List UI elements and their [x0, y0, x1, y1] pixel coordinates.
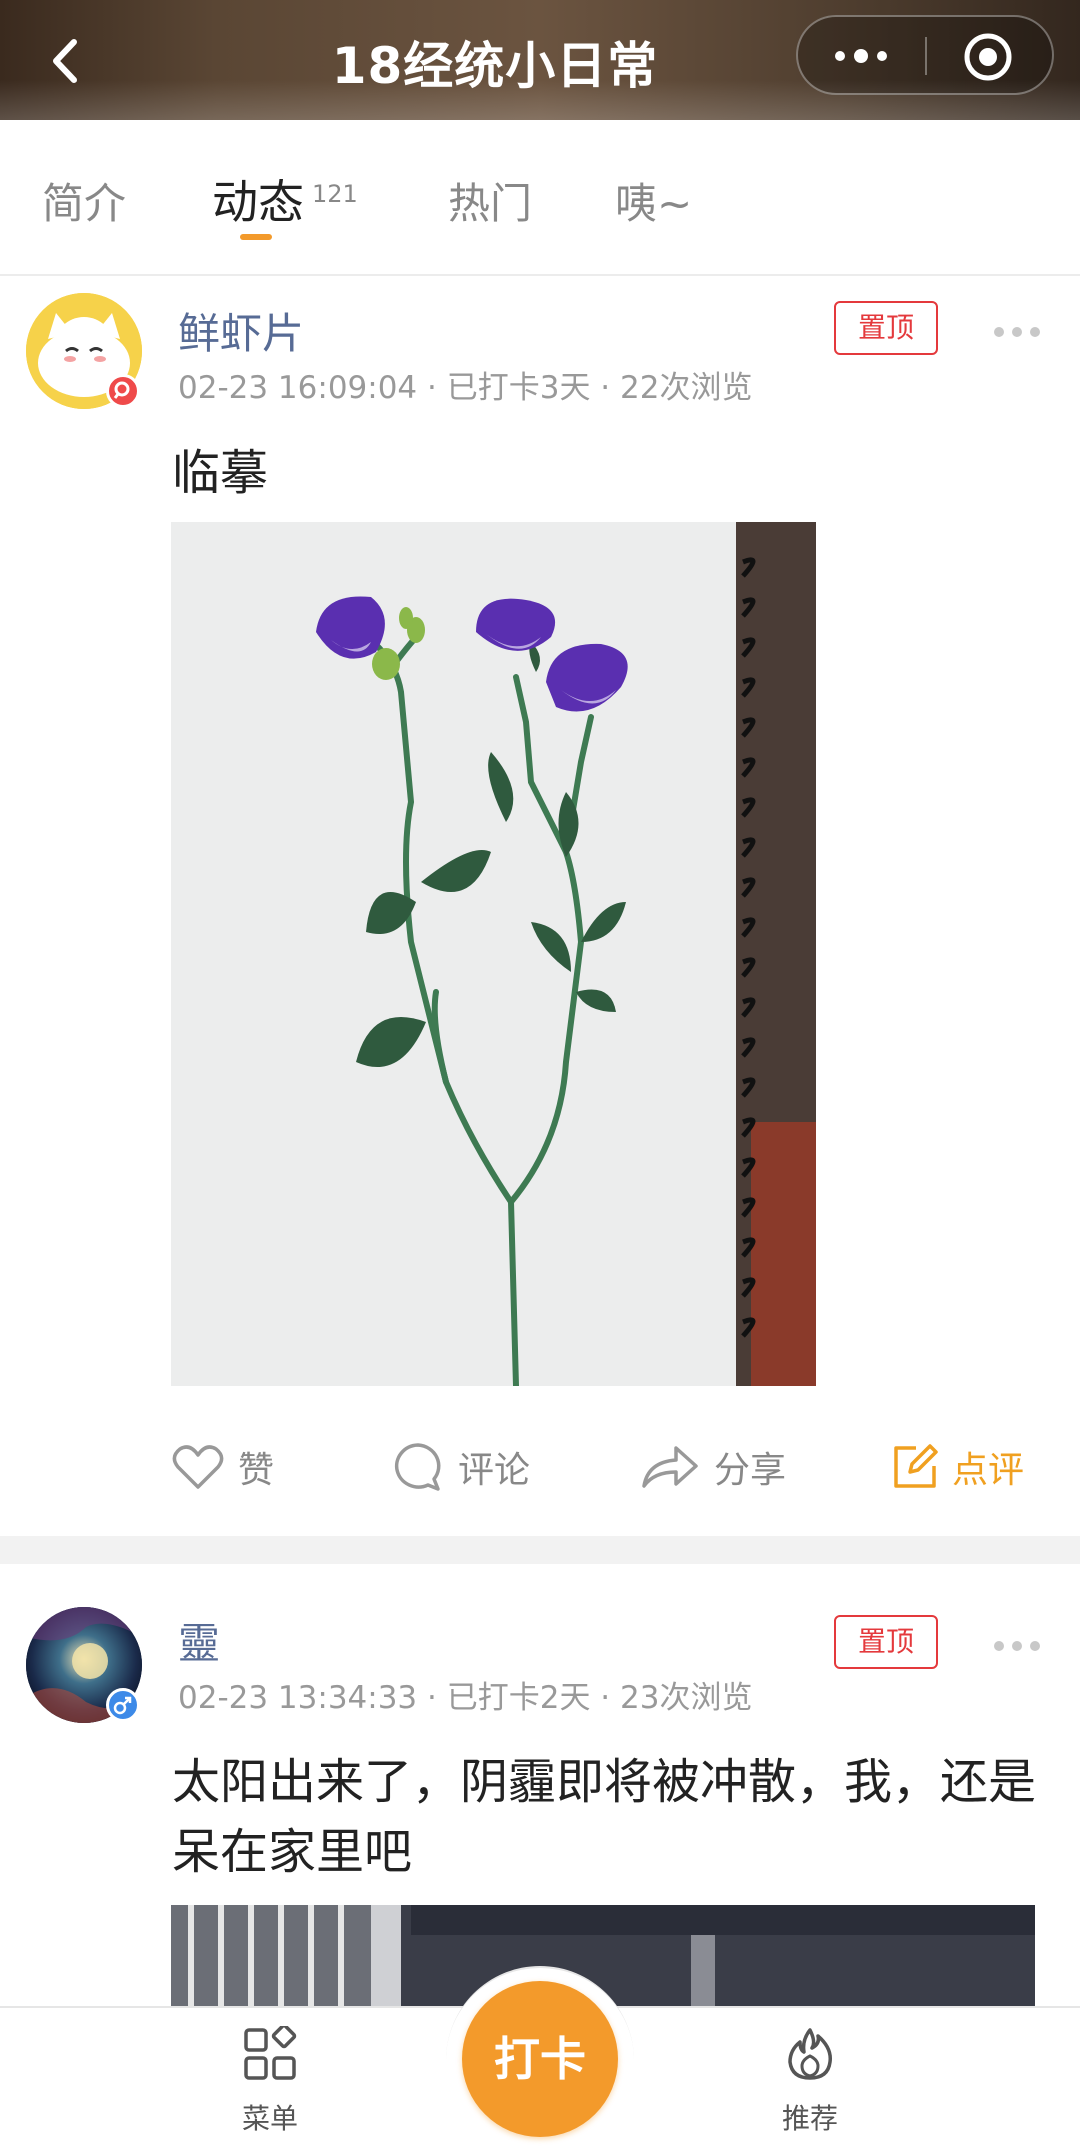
active-tab-indicator: [240, 234, 272, 240]
more-button[interactable]: [828, 37, 894, 75]
tab-label: 动态: [212, 175, 304, 229]
target-close-icon: [964, 33, 1012, 81]
share-arrow-icon: [642, 1446, 698, 1488]
post-action-bar: 赞 评论 分享 点评: [0, 1432, 1080, 1502]
mini-program-capsule: [796, 15, 1054, 95]
flower-painting-image: [171, 522, 816, 1389]
post-divider: [0, 1536, 1080, 1564]
post-meta: 02-23 16:09:04 · 已打卡3天 · 22次浏览: [178, 370, 753, 406]
tab-label: 简介: [42, 179, 127, 228]
comment-button[interactable]: 评论: [392, 1432, 530, 1502]
tab-hot[interactable]: 热门: [448, 170, 532, 231]
like-label: 赞: [238, 1450, 275, 1491]
feed-post: 靈 02-23 13:34:33 · 已打卡2天 · 23次浏览 置顶 太阳出来…: [0, 1564, 1080, 2006]
comment-label: 评论: [458, 1450, 531, 1491]
male-badge-icon: [106, 1688, 140, 1722]
post-meta: 02-23 13:34:33 · 已打卡2天 · 23次浏览: [178, 1680, 753, 1716]
more-dots-icon: [994, 1641, 1040, 1651]
post-username[interactable]: 鲜虾片: [178, 300, 304, 361]
review-label: 点评: [952, 1450, 1025, 1491]
pinned-badge: 置顶: [834, 1615, 938, 1669]
tab-label: 热门: [448, 179, 533, 228]
tab-label: 咦~: [615, 179, 693, 228]
post-text: 太阳出来了，阴霾即将被冲散，我，还是呆在家里吧: [172, 1754, 1037, 1880]
pinned-badge: 置顶: [834, 301, 938, 355]
close-button[interactable]: [962, 31, 1014, 83]
post-more-button[interactable]: [992, 1638, 1042, 1654]
apps-grid-icon: [244, 2023, 297, 2080]
tab-feed[interactable]: 动态 121: [212, 166, 358, 232]
checkin-button[interactable]: 打卡: [462, 1981, 618, 2137]
capsule-separator: [925, 37, 927, 75]
heart-icon: [172, 1445, 224, 1489]
tabbar-label: 菜单: [241, 2102, 298, 2135]
title-bar: 18经统小日常: [0, 0, 1080, 120]
tabbar-menu[interactable]: 菜单: [200, 2023, 340, 2137]
review-button[interactable]: 点评: [892, 1432, 1024, 1502]
tab-bar: 简介 动态 121 热门 咦~: [0, 120, 1080, 276]
edit-note-icon: [894, 1444, 938, 1488]
tab-misc[interactable]: 咦~: [615, 170, 692, 231]
comment-bubble-icon: [394, 1443, 441, 1491]
post-image[interactable]: [171, 522, 816, 1389]
share-label: 分享: [714, 1450, 787, 1491]
more-dots-icon: [994, 327, 1040, 337]
share-button[interactable]: 分享: [640, 1432, 786, 1502]
tabbar-recommend[interactable]: 推荐: [740, 2026, 880, 2137]
feed-post: 鲜虾片 02-23 16:09:04 · 已打卡3天 · 22次浏览 置顶 临摹: [0, 276, 1080, 1536]
flame-icon: [788, 2028, 832, 2080]
post-more-button[interactable]: [992, 324, 1042, 340]
tab-count-badge: 121: [312, 179, 358, 208]
tab-intro[interactable]: 简介: [42, 170, 126, 231]
tabbar-label: 推荐: [781, 2102, 838, 2135]
post-username[interactable]: 靈: [178, 1610, 220, 1671]
search-badge-icon: [106, 374, 140, 408]
post-text: 临摹: [172, 445, 269, 501]
more-dots-icon: [835, 49, 887, 63]
like-button[interactable]: 赞: [172, 1432, 274, 1502]
